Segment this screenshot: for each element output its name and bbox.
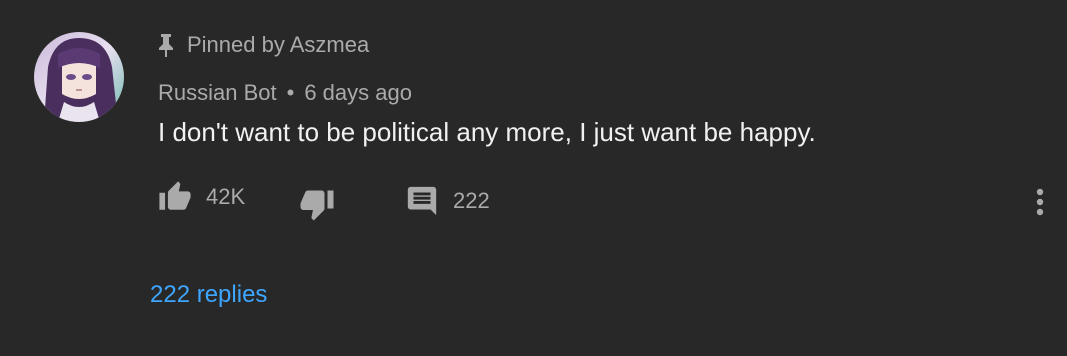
thumbs-down-icon	[300, 190, 334, 221]
comment-icon	[407, 186, 437, 216]
comment-meta: Russian Bot • 6 days ago	[158, 80, 412, 106]
pin-icon	[159, 34, 173, 57]
like-button[interactable]: 42K	[158, 180, 245, 214]
more-vertical-icon	[1036, 188, 1044, 216]
reply-count: 222	[453, 188, 490, 213]
avatar[interactable]	[34, 32, 124, 122]
dislike-button[interactable]	[299, 186, 335, 222]
pinned-label: Pinned by Aszmea	[187, 32, 370, 57]
pinned-indicator: Pinned by Aszmea	[156, 32, 369, 58]
avatar-image	[34, 32, 124, 122]
comment-timestamp[interactable]: 6 days ago	[304, 80, 412, 105]
comment-text: I don't want to be political any more, I…	[158, 117, 816, 147]
like-count: 42K	[206, 184, 246, 209]
author-name[interactable]: Russian Bot	[158, 80, 277, 105]
meta-separator: •	[286, 80, 295, 105]
reply-button[interactable]: 222	[405, 184, 490, 218]
more-options-button[interactable]	[1030, 186, 1050, 218]
thumbs-up-icon	[159, 181, 191, 210]
view-replies-link[interactable]: 222 replies	[150, 281, 267, 309]
